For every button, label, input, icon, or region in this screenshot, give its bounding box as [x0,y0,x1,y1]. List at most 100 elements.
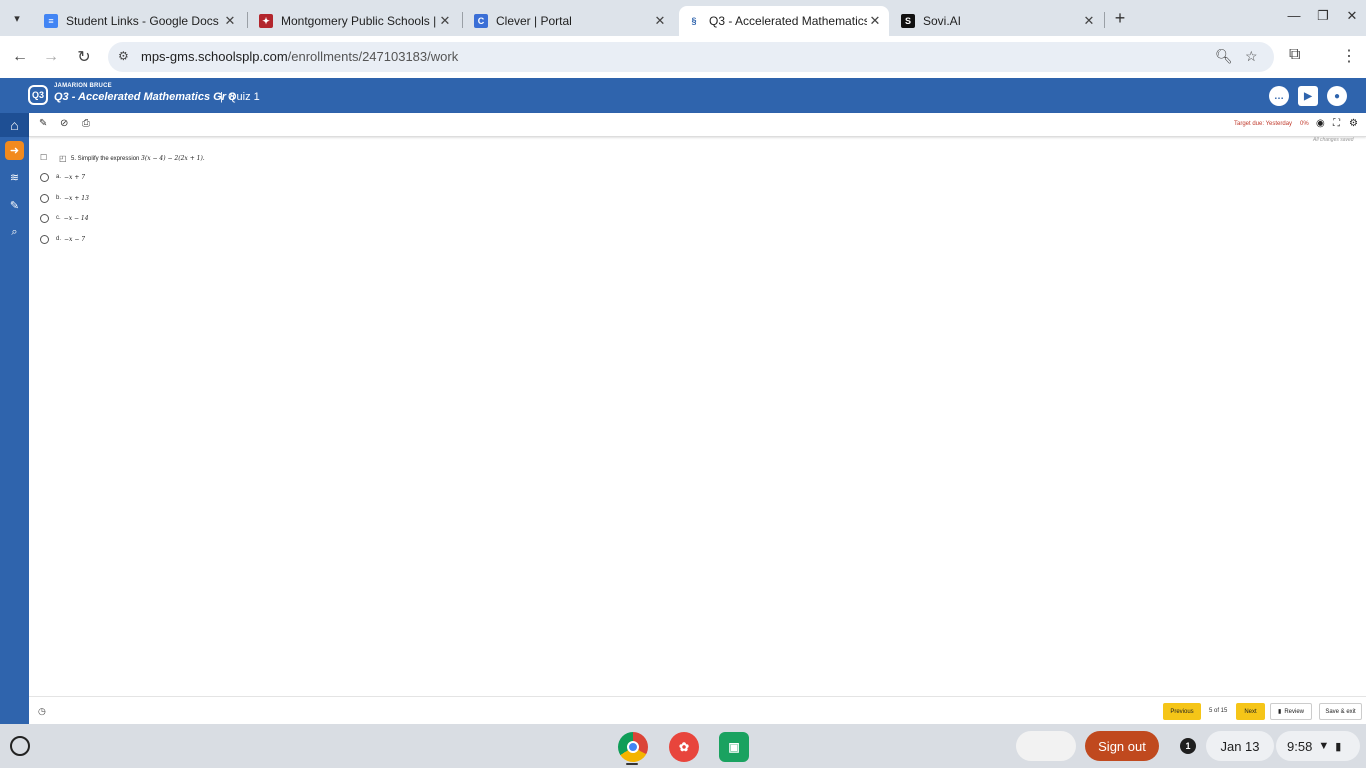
browser-tab-strip: ▾ ≡ Student Links - Google Docs ✕ ✦ Mont… [0,0,1366,36]
bookmark-star-icon[interactable]: ☆ [1245,48,1258,65]
tab-search-chevron-icon[interactable]: ▾ [6,8,28,28]
question-prompt: 5. Simplify the expression 3(x − 4) − 2(… [71,155,205,162]
close-icon[interactable]: ✕ [652,13,668,29]
answer-choice-c[interactable]: c. −x − 14 [40,212,89,224]
layers-icon[interactable]: ≋ [5,168,24,187]
add-note-icon[interactable]: ◰ [59,154,69,163]
site-info-icon[interactable]: ⚙ [118,49,129,63]
minimize-icon[interactable]: — [1284,8,1304,23]
close-window-icon[interactable]: ✕ [1342,8,1362,24]
address-bar[interactable]: ⚙ mps-gms.schoolsplp.com/enrollments/247… [108,42,1274,72]
chat-bubble-icon[interactable]: … [1269,86,1289,106]
reading-mode-icon[interactable]: ◉ [1316,118,1325,129]
choice-letter: d. [56,236,62,242]
time-status-area[interactable]: 9:58 ▼ ▮ [1276,731,1360,761]
radio-button[interactable] [40,213,49,223]
tab-title: Clever | Portal [496,14,572,28]
close-icon[interactable]: ✕ [437,13,453,29]
tab-title: Student Links - Google Docs [66,14,219,28]
url-host: mps-gms.schoolsplp.com [141,49,288,64]
tab-q3-accelerated-mathematics[interactable]: § Q3 - Accelerated Mathematics G ✕ [679,6,889,36]
save-and-exit-button[interactable]: Save & exit [1319,703,1362,720]
review-bookmark-icon: ▮ [1278,709,1282,715]
question-header: ☐ ◰ 5. Simplify the expression 3(x − 4) … [40,152,205,164]
tab-montgomery-public-schools[interactable]: ✦ Montgomery Public Schools | I ✕ [251,6,459,36]
clever-icon: C [474,14,488,28]
quiz-name: Quiz 1 [228,91,260,103]
choice-text: −x − 14 [63,214,89,222]
browser-toolbar: ← → ↻ ⚙ mps-gms.schoolsplp.com/enrollmen… [0,36,1366,78]
search-resource-icon[interactable]: ⌕ [5,223,24,242]
q3-icon: § [687,14,701,28]
pencil-icon[interactable]: ✎ [39,118,47,129]
quiz-toolbar: ✎ ⊘ ⎙ Target due: Yesterday 0% ◉ ⛶ ⚙ [29,113,1366,137]
video-camera-icon[interactable]: ▶ [1298,86,1318,106]
wifi-icon: ▼ [1318,740,1330,752]
clock-time: 9:58 [1287,738,1313,754]
close-icon[interactable]: ✕ [1081,13,1097,29]
school-crest-icon: ✦ [259,14,273,28]
left-sidebar: ⌂ ➜ ≋ ✎ ⌕ [0,113,29,724]
url-path: /enrollments/247103183/work [287,49,459,64]
target-due-label: Target due: Yesterday [1234,121,1293,127]
forward-circle-icon[interactable]: ➜ [5,141,24,160]
launcher-icon[interactable] [10,736,30,756]
bookmark-question-icon[interactable]: ☐ [40,153,49,163]
menu-kebab-icon[interactable]: ⋮ [1341,46,1357,66]
user-account-icon[interactable]: ● [1327,86,1347,106]
notification-count-badge[interactable]: 1 [1180,738,1196,754]
tab-title: Sovi.AI [923,14,962,28]
close-icon[interactable]: ✕ [222,13,238,29]
autosave-status: All changes saved [1313,137,1354,143]
answer-choice-a[interactable]: a. −x + 7 [40,171,85,183]
tab-title: Montgomery Public Schools | I [281,14,437,28]
reload-icon[interactable]: ↻ [73,46,95,68]
home-icon[interactable]: ⌂ [0,113,29,137]
radio-button[interactable] [40,172,49,182]
course-title: Q3 - Accelerated Mathematics Gr 8 [54,91,236,103]
tab-clever-portal[interactable]: C Clever | Portal ✕ [466,6,674,36]
question-stem: 5. Simplify the expression [71,155,140,162]
radio-button[interactable] [40,234,49,244]
fullscreen-icon[interactable]: ⛶ [1333,118,1340,129]
tab-separator [462,12,463,28]
sovi-icon: S [901,14,915,28]
status-tray[interactable] [1016,731,1076,761]
app-header: Q3 JAMARION BRUCE Q3 - Accelerated Mathe… [0,78,1366,113]
back-arrow-icon[interactable]: ← [9,46,31,68]
choice-letter: a. [56,174,62,180]
answer-choice-b[interactable]: b. −x + 13 [40,192,89,204]
review-button[interactable]: ▮ Review [1270,703,1312,720]
answer-choice-d[interactable]: d. −x − 7 [40,233,85,245]
sign-out-button[interactable]: Sign out [1085,731,1159,761]
active-app-indicator [626,763,638,765]
extensions-puzzle-icon[interactable]: ⧉ [1289,46,1300,64]
canvas-paint-icon[interactable]: ✿ [669,732,699,762]
choice-text: −x + 13 [64,194,89,202]
next-button[interactable]: Next [1236,703,1265,720]
question-page-count: 5 of 15 [1209,708,1228,714]
print-icon[interactable]: ⎙ [82,118,90,129]
settings-gear-icon[interactable]: ⚙ [1349,118,1358,129]
tab-separator [247,12,248,28]
radio-button[interactable] [40,193,49,203]
close-icon[interactable]: ✕ [867,13,883,29]
new-tab-plus-icon[interactable]: + [1110,8,1130,28]
tab-sovi-ai[interactable]: S Sovi.AI ✕ [893,6,1103,36]
url-text[interactable]: mps-gms.schoolsplp.com/enrollments/24710… [141,49,458,64]
forward-arrow-icon[interactable]: → [40,46,62,68]
tab-student-links[interactable]: ≡ Student Links - Google Docs ✕ [36,6,244,36]
date-display[interactable]: Jan 13 [1206,731,1274,761]
timer-clock-icon[interactable]: ◷ [38,706,46,717]
previous-button[interactable]: Previous [1163,703,1201,720]
os-shelf: ✿ ▣ [0,724,1366,768]
restore-icon[interactable]: ❐ [1313,8,1333,24]
classroom-app-icon[interactable]: ▣ [719,732,749,762]
chrome-browser-icon[interactable] [618,732,648,762]
google-docs-icon: ≡ [44,14,58,28]
q3-logo-icon: Q3 [28,85,48,105]
tab-title: Q3 - Accelerated Mathematics G [709,14,867,28]
edit-notes-icon[interactable]: ✎ [5,196,24,215]
eliminate-answer-icon[interactable]: ⊘ [60,118,68,129]
zoom-icon[interactable]: 🔍︎ [1215,48,1233,65]
